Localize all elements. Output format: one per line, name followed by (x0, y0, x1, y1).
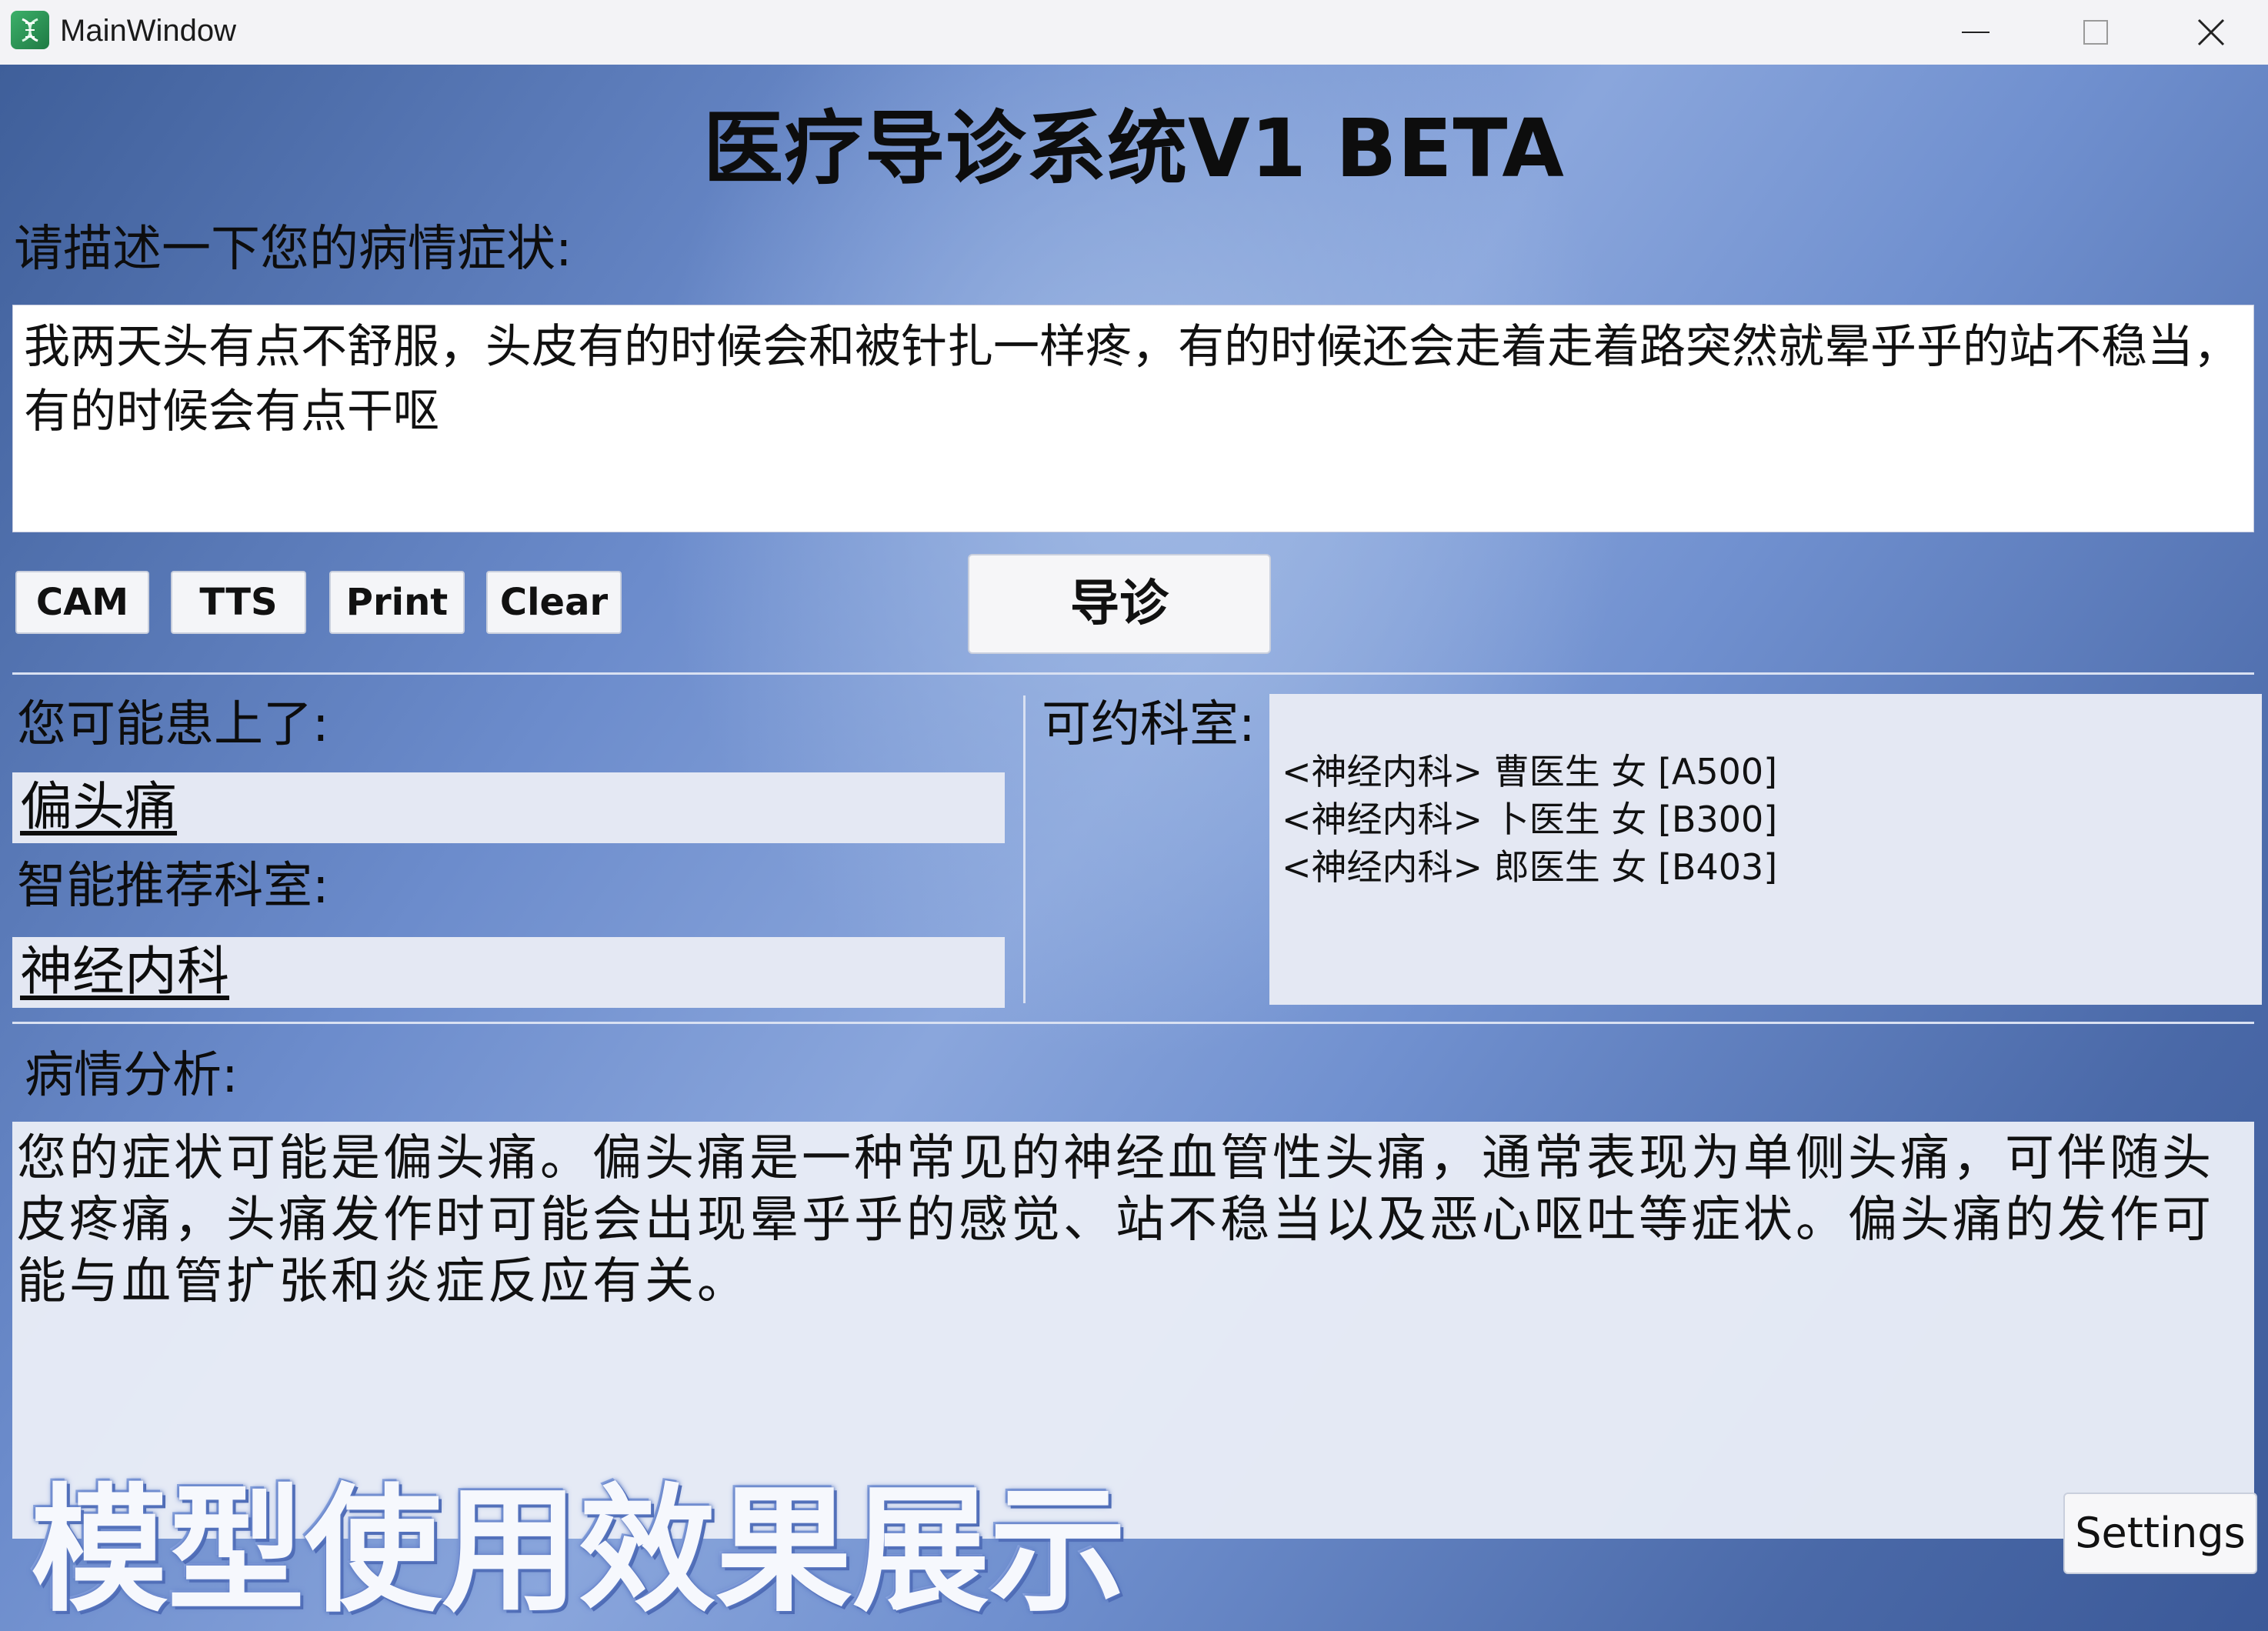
clear-button[interactable]: Clear (486, 571, 622, 634)
recommended-dept-label: 智能推荐科室: (17, 858, 329, 915)
cam-button[interactable]: CAM (15, 571, 149, 634)
divider (12, 1022, 2254, 1024)
analysis-label: 病情分析: (25, 1047, 238, 1104)
minimize-button[interactable] (1914, 0, 2037, 65)
caption-overlay: 模型使用效果展示 (31, 1471, 1126, 1630)
list-item[interactable]: <神经内科> 曹医生 女 [A500] (1282, 748, 2262, 795)
divider (12, 672, 2254, 675)
settings-button[interactable]: Settings (2063, 1493, 2257, 1574)
available-dept-label: 可约科室: (1042, 696, 1256, 753)
maximize-icon (2083, 20, 2108, 45)
list-item[interactable]: <神经内科> 卜医生 女 [B300] (1282, 795, 2262, 843)
dna-icon (11, 11, 49, 49)
doctor-list[interactable]: <神经内科> 曹医生 女 [A500] <神经内科> 卜医生 女 [B300] … (1269, 694, 2262, 1005)
page-title: 医疗导诊系统V1 BETA (703, 102, 1565, 195)
maximize-button[interactable] (2034, 0, 2157, 65)
diagnosis-label: 您可能患上了: (17, 696, 329, 753)
client-area: 医疗导诊系统V1 BETA 请描述一下您的病情症状: 我两天头有点不舒服，头皮有… (0, 65, 2268, 1631)
close-icon (2197, 18, 2225, 46)
minimize-icon (1962, 32, 1990, 33)
window-title: MainWindow (60, 14, 236, 48)
diagnosis-field[interactable]: 偏头痛 (12, 772, 1005, 843)
tts-button[interactable]: TTS (171, 571, 306, 634)
close-button[interactable] (2154, 0, 2268, 65)
recommended-dept-field[interactable]: 神经内科 (12, 937, 1005, 1008)
print-button[interactable]: Print (329, 571, 465, 634)
guide-button[interactable]: 导诊 (968, 554, 1271, 654)
title-bar: MainWindow (0, 0, 2268, 65)
list-item[interactable]: <神经内科> 郎医生 女 [B403] (1282, 843, 2262, 891)
vertical-divider (1023, 695, 1026, 1003)
symptom-prompt-label: 请描述一下您的病情症状: (14, 221, 572, 278)
main-window: MainWindow 医疗导诊系统V1 BETA 请描述一下您的病情症状: 我两… (0, 0, 2268, 1631)
symptom-input[interactable]: 我两天头有点不舒服，头皮有的时候会和被针扎一样疼，有的时候还会走着走着路突然就晕… (12, 305, 2254, 532)
